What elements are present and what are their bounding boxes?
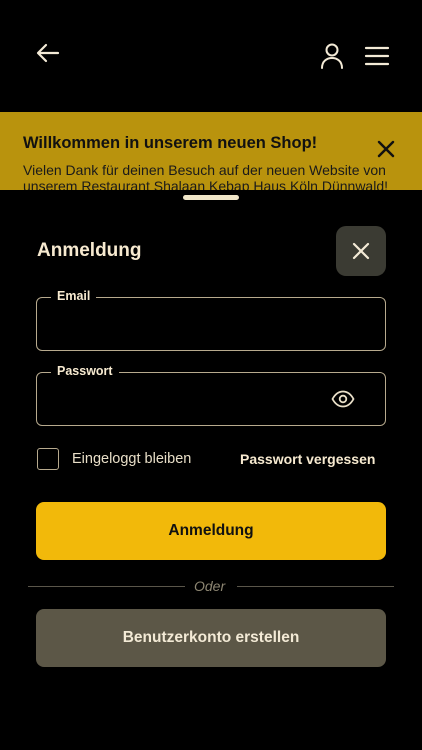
divider-line-right xyxy=(237,586,394,587)
banner-text: Vielen Dank für deinen Besuch auf der ne… xyxy=(23,162,389,192)
menu-button[interactable] xyxy=(364,44,390,68)
remember-me-label[interactable]: Eingeloggt bleiben xyxy=(72,451,191,467)
divider-line-left xyxy=(28,586,185,587)
hamburger-menu-icon xyxy=(364,46,390,66)
back-button[interactable] xyxy=(34,40,62,68)
sheet-drag-handle[interactable] xyxy=(183,195,239,200)
remember-me-checkbox[interactable] xyxy=(37,448,59,470)
login-button[interactable]: Anmeldung xyxy=(36,502,386,560)
arrow-left-icon xyxy=(36,43,60,63)
login-button-label: Anmeldung xyxy=(168,522,254,539)
password-input[interactable] xyxy=(51,387,335,413)
create-account-label: Benutzerkonto erstellen xyxy=(122,629,300,646)
email-label: Email xyxy=(51,289,97,303)
welcome-banner: Willkommen in unserem neuen Shop! Vielen… xyxy=(0,112,422,192)
create-account-button[interactable]: Benutzerkonto erstellen xyxy=(36,609,386,667)
close-icon xyxy=(377,140,395,158)
sheet-title: Anmeldung xyxy=(37,240,142,261)
forgot-password-link[interactable]: Passwort vergessen xyxy=(240,451,375,467)
email-input[interactable] xyxy=(51,312,335,338)
top-navigation-bar xyxy=(0,0,422,112)
close-sheet-button[interactable] xyxy=(336,226,386,276)
eye-icon xyxy=(331,390,355,408)
banner-close-button[interactable] xyxy=(374,137,398,161)
email-field[interactable]: Email xyxy=(36,289,386,351)
user-icon xyxy=(321,43,343,69)
login-sheet: Anmeldung Email Passwort Eingeloggt blei… xyxy=(0,190,422,750)
divider-text: Oder xyxy=(194,578,226,594)
show-password-button[interactable] xyxy=(331,390,355,408)
password-label: Passwort xyxy=(51,364,119,378)
account-button[interactable] xyxy=(318,42,346,70)
banner-title: Willkommen in unserem neuen Shop! xyxy=(23,134,318,152)
password-field[interactable]: Passwort xyxy=(36,364,386,426)
close-icon xyxy=(352,242,370,260)
